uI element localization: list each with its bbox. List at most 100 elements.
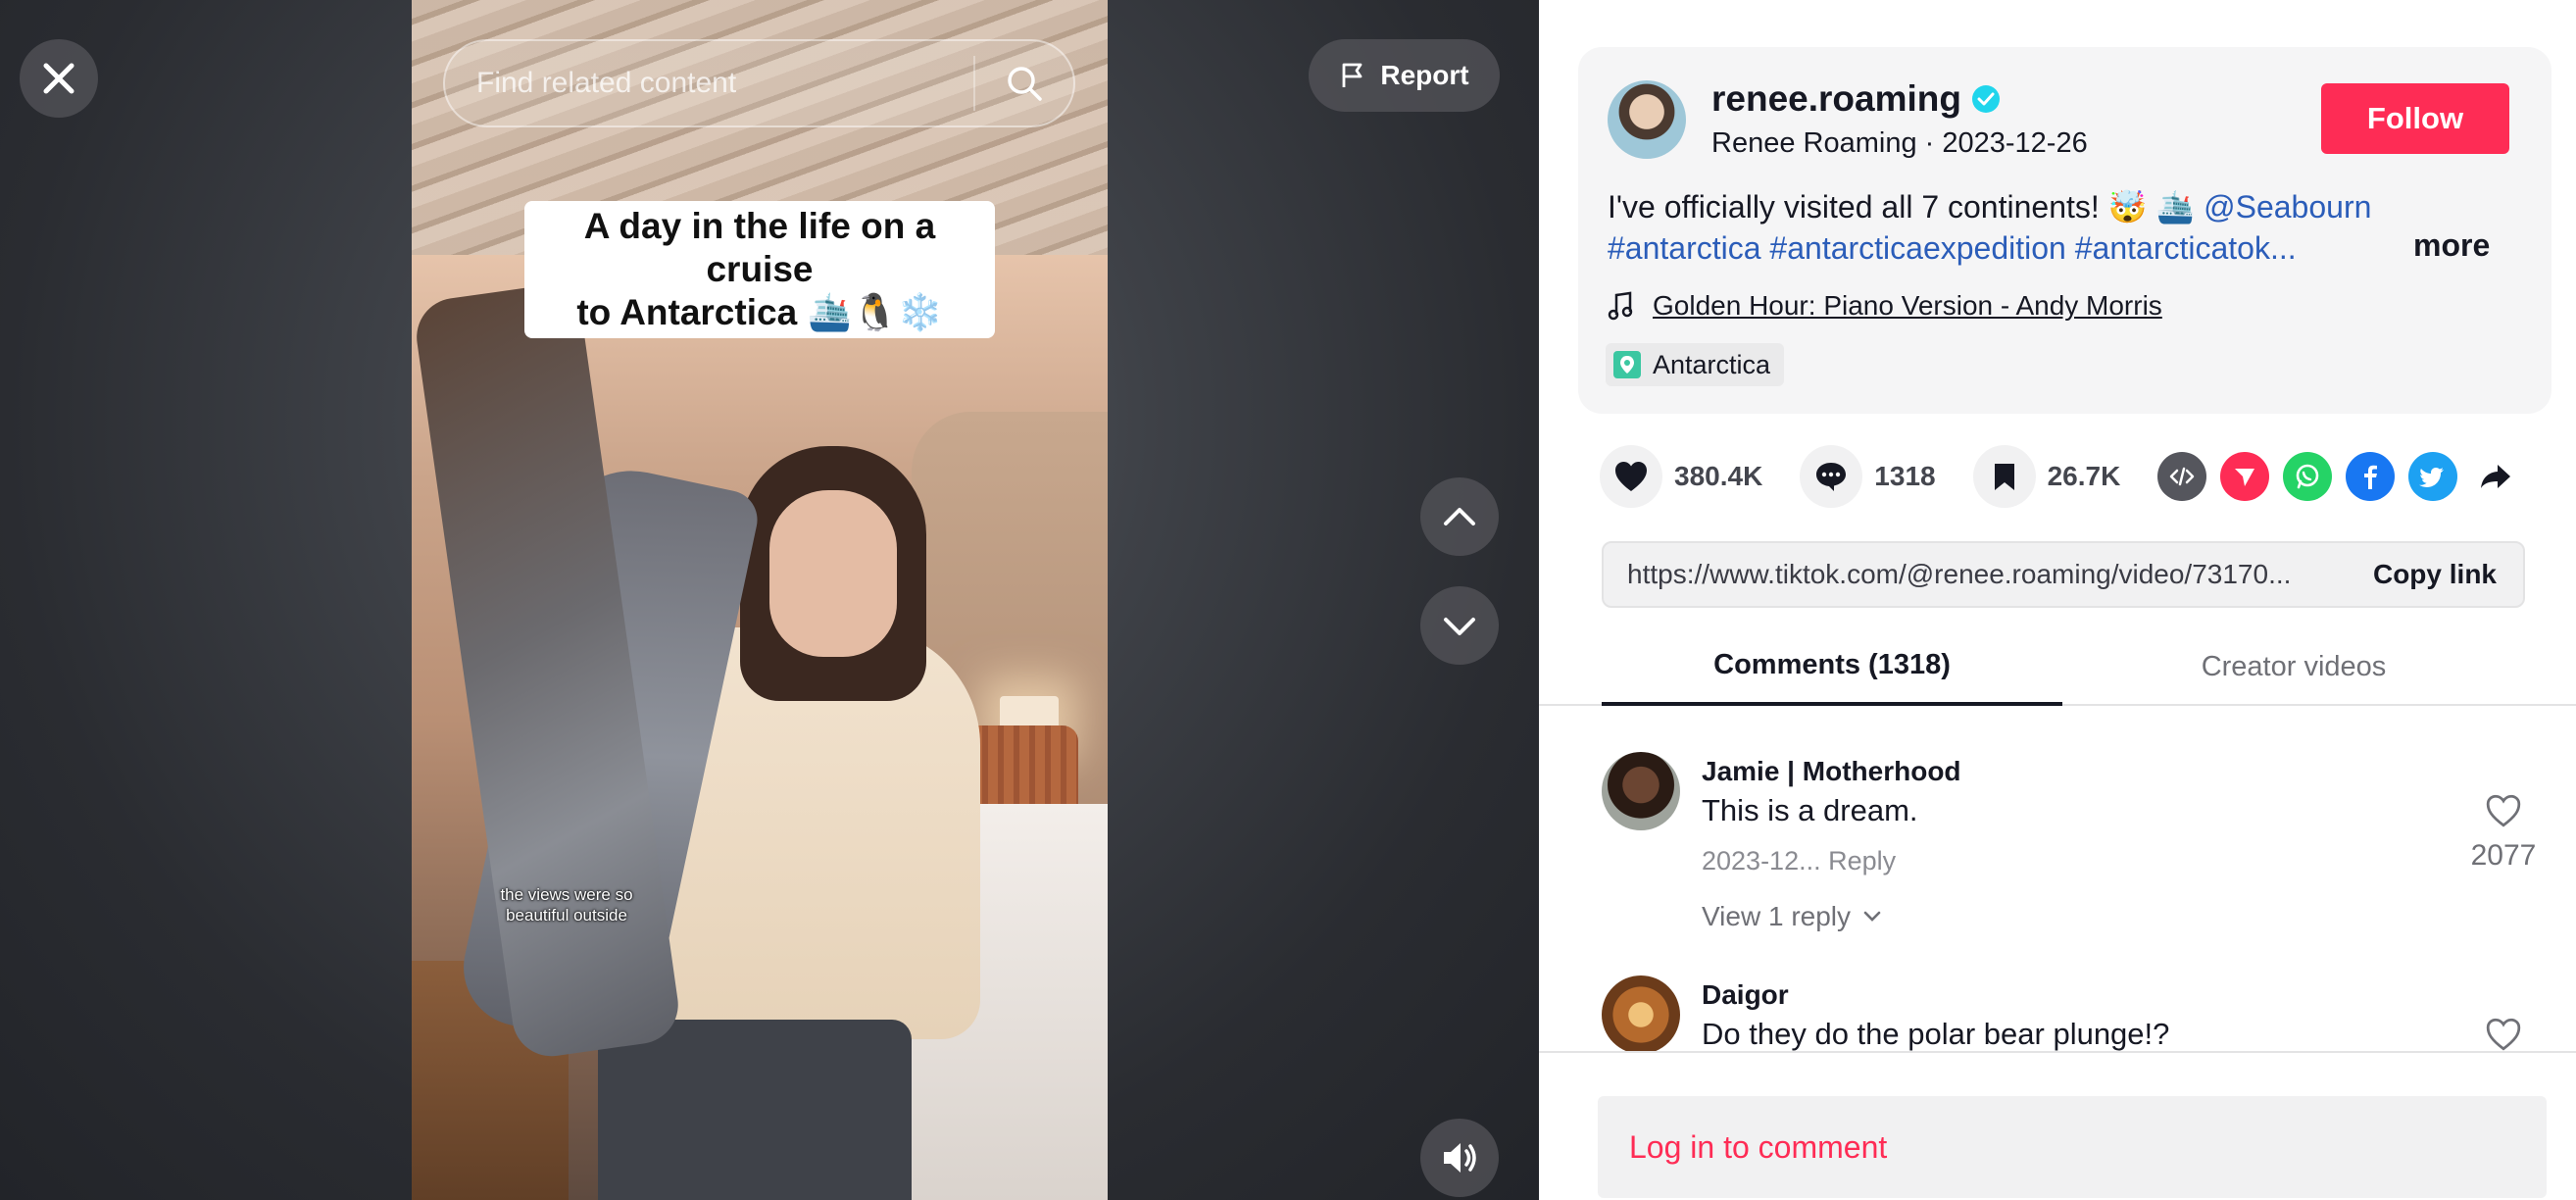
report-label: Report bbox=[1380, 60, 1469, 90]
commenter-avatar[interactable] bbox=[1602, 752, 1680, 830]
subtitle-line-1: the views were so bbox=[500, 885, 633, 904]
bookmark-icon bbox=[1994, 464, 2014, 490]
copy-link-button[interactable]: Copy link bbox=[2347, 559, 2523, 590]
follow-button[interactable]: Follow bbox=[2321, 83, 2509, 154]
facebook-icon bbox=[2364, 465, 2378, 489]
location-name: Antarctica bbox=[1653, 349, 1771, 379]
location-chip[interactable]: Antarctica bbox=[1606, 343, 1785, 386]
video-info-card: renee.roaming Renee Roaming · 2023-12-26… bbox=[1578, 47, 2551, 414]
comment-date: 2023-12... bbox=[1702, 846, 1821, 875]
video-url[interactable]: https://www.tiktok.com/@renee.roaming/vi… bbox=[1604, 559, 2347, 590]
whatsapp-icon bbox=[2297, 464, 2319, 489]
send-icon bbox=[2235, 469, 2255, 486]
save-count: 26.7K bbox=[2047, 461, 2121, 491]
twitter-icon bbox=[2419, 468, 2445, 487]
comment-button[interactable] bbox=[1800, 445, 1863, 508]
search-input[interactable]: Find related content bbox=[445, 67, 973, 100]
description-text: I've officially visited all 7 continents… bbox=[1608, 189, 2204, 225]
comment-like-button[interactable] bbox=[2464, 1017, 2543, 1051]
author-username[interactable]: renee.roaming bbox=[1711, 78, 1961, 120]
commenter-name[interactable]: Daigor bbox=[1702, 979, 1789, 1011]
author-avatar[interactable] bbox=[1608, 80, 1686, 159]
caption-line-2: to Antarctica 🛳️🐧❄️ bbox=[576, 292, 943, 332]
search-bar[interactable]: Find related content bbox=[443, 39, 1075, 127]
next-video-button[interactable] bbox=[1420, 586, 1499, 665]
video-player-backdrop: A day in the life on a cruise to Antarcti… bbox=[0, 0, 1539, 1200]
comment-like-count: 2077 bbox=[2470, 839, 2537, 872]
tab-comments[interactable]: Comments (1318) bbox=[1602, 627, 2062, 706]
embed-icon bbox=[2170, 467, 2195, 486]
subtitle-line-2: beautiful outside bbox=[506, 906, 627, 925]
comment-item: Jamie | Motherhood This is a dream. 2023… bbox=[1602, 752, 2543, 948]
video-description: I've officially visited all 7 continents… bbox=[1608, 186, 2392, 269]
search-icon bbox=[1008, 67, 1042, 101]
share-arrow-icon bbox=[2481, 465, 2511, 488]
search-button[interactable] bbox=[975, 40, 1073, 126]
heart-outline-icon bbox=[2486, 1018, 2521, 1051]
action-bar: 380.4K 1318 26.7K bbox=[1600, 445, 2534, 508]
facebook-share-button[interactable] bbox=[2346, 452, 2396, 501]
close-icon bbox=[43, 63, 74, 94]
heart-outline-icon bbox=[2486, 794, 2521, 827]
comment-icon bbox=[1816, 463, 1847, 491]
comment-login-bar: Log in to comment bbox=[1539, 1051, 2576, 1200]
close-button[interactable] bbox=[20, 39, 98, 118]
music-row[interactable]: Golden Hour: Piano Version - Andy Morris bbox=[1608, 290, 2162, 322]
comment-item: Daigor Do they do the polar bear plunge!… bbox=[1602, 975, 2543, 1051]
heart-icon bbox=[1615, 462, 1647, 491]
video-caption: A day in the life on a cruise to Antarcti… bbox=[412, 201, 1108, 338]
details-panel: renee.roaming Renee Roaming · 2023-12-26… bbox=[1539, 0, 2576, 1200]
like-button[interactable] bbox=[1600, 445, 1662, 508]
more-button[interactable]: more bbox=[2413, 227, 2490, 264]
sound-button[interactable] bbox=[1420, 1119, 1499, 1197]
mention-link[interactable]: @Seabourn bbox=[2204, 189, 2371, 225]
reply-button[interactable]: Reply bbox=[1828, 846, 1896, 875]
tab-creator-videos[interactable]: Creator videos bbox=[2063, 627, 2524, 706]
comment-like-button[interactable]: 2077 bbox=[2464, 793, 2543, 873]
video-person-pants bbox=[598, 1020, 912, 1200]
comment-text: Do they do the polar bear plunge!? bbox=[1702, 1017, 2170, 1051]
whatsapp-share-button[interactable] bbox=[2283, 452, 2333, 501]
previous-video-button[interactable] bbox=[1420, 477, 1499, 556]
author-subline: Renee Roaming · 2023-12-26 bbox=[1711, 127, 2088, 160]
save-button[interactable] bbox=[1972, 445, 2036, 508]
chevron-down-icon bbox=[1863, 911, 1881, 922]
report-button[interactable]: Report bbox=[1309, 39, 1500, 112]
music-note-icon bbox=[1608, 291, 1633, 321]
post-date: 2023-12-26 bbox=[1942, 127, 2088, 159]
location-pin-icon bbox=[1613, 351, 1641, 378]
more-share-button[interactable] bbox=[2471, 452, 2520, 501]
save-action[interactable]: 26.7K bbox=[1972, 445, 2121, 508]
speaker-icon bbox=[1444, 1143, 1476, 1173]
video-person-face bbox=[769, 490, 897, 657]
comment-count: 1318 bbox=[1874, 461, 1936, 491]
send-to-friends-button[interactable] bbox=[2220, 452, 2270, 501]
subline-separator: · bbox=[1924, 127, 1943, 159]
video-link-box: https://www.tiktok.com/@renee.roaming/vi… bbox=[1602, 541, 2525, 608]
panel-tabs: Comments (1318) Creator videos bbox=[1539, 627, 2576, 706]
like-count: 380.4K bbox=[1674, 461, 1763, 491]
comment-meta: 2023-12... Reply bbox=[1702, 846, 1896, 876]
chevron-up-icon bbox=[1444, 508, 1475, 525]
author-username-row[interactable]: renee.roaming bbox=[1711, 78, 2001, 120]
author-display-name: Renee Roaming bbox=[1711, 127, 1917, 159]
verified-badge-icon bbox=[1971, 85, 2000, 113]
comment-text: This is a dream. bbox=[1702, 793, 1918, 827]
embed-button[interactable] bbox=[2157, 452, 2207, 501]
view-replies-label: View 1 reply bbox=[1702, 901, 1852, 931]
video-subtitle: the views were so beautiful outside bbox=[488, 884, 645, 925]
chevron-down-icon bbox=[1444, 618, 1475, 635]
caption-line-1: A day in the life on a cruise bbox=[583, 206, 936, 289]
hashtag-links[interactable]: #antarctica #antarcticaexpedition #antar… bbox=[1608, 230, 2297, 266]
login-to-comment-button[interactable]: Log in to comment bbox=[1598, 1096, 2547, 1198]
comment-action[interactable]: 1318 bbox=[1800, 445, 1936, 508]
music-title[interactable]: Golden Hour: Piano Version - Andy Morris bbox=[1653, 290, 2162, 322]
commenter-avatar[interactable] bbox=[1602, 975, 1680, 1051]
like-action[interactable]: 380.4K bbox=[1600, 445, 1762, 508]
twitter-share-button[interactable] bbox=[2408, 452, 2458, 501]
commenter-name[interactable]: Jamie | Motherhood bbox=[1702, 756, 1961, 787]
view-replies-button[interactable]: View 1 reply bbox=[1702, 901, 1882, 932]
comments-list[interactable]: Jamie | Motherhood This is a dream. 2023… bbox=[1539, 708, 2576, 1051]
video-frame[interactable]: A day in the life on a cruise to Antarcti… bbox=[412, 0, 1108, 1200]
flag-icon bbox=[1342, 63, 1362, 87]
